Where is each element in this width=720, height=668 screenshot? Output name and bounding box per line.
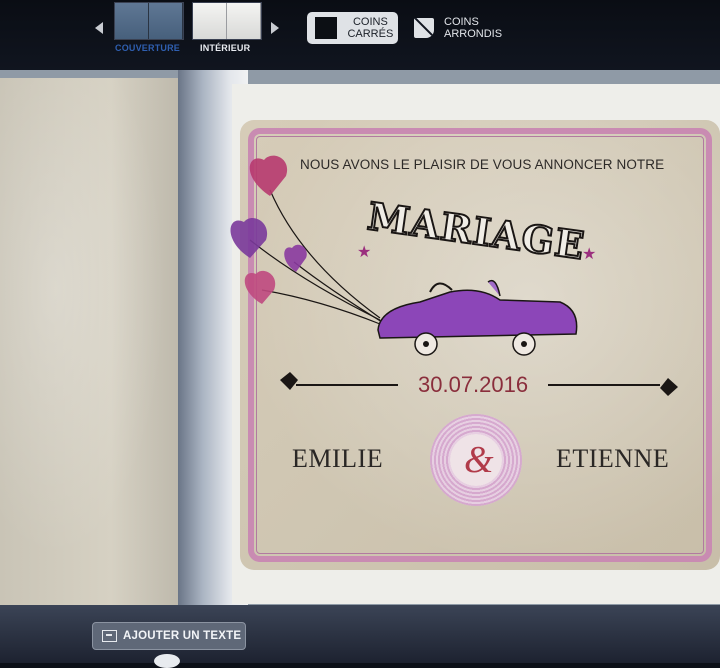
square-corners-button[interactable]: COINS CARRÉS bbox=[307, 12, 398, 44]
ampersand[interactable]: & bbox=[464, 438, 494, 482]
add-text-button[interactable]: AJOUTER UN TEXTE bbox=[92, 622, 246, 650]
square-corner-icon bbox=[315, 17, 337, 39]
rounded-corners-label: COINS ARRONDIS bbox=[444, 16, 503, 40]
top-toolbar: COUVERTURE INTÉRIEUR COINS CARRÉS COINS … bbox=[0, 0, 720, 70]
cover-thumb-page-right bbox=[149, 3, 183, 39]
square-corners-line1: COINS bbox=[352, 16, 388, 28]
rounded-corners-line1: COINS bbox=[444, 16, 479, 28]
cover-thumb-page-left bbox=[115, 3, 149, 39]
card-headline[interactable]: NOUS AVONS LE PLAISIR DE VOUS ANNONCER N… bbox=[300, 157, 664, 172]
cover-label[interactable]: COUVERTURE bbox=[115, 43, 180, 53]
interior-thumbnail[interactable] bbox=[192, 2, 262, 40]
square-corners-label: COINS CARRÉS bbox=[343, 16, 398, 40]
interior-thumb-page-right bbox=[227, 3, 261, 39]
left-page bbox=[0, 78, 185, 605]
wedding-date[interactable]: 30.07.2016 bbox=[418, 372, 528, 398]
interior-thumb-page-left bbox=[193, 3, 227, 39]
name-left[interactable]: EMILIE bbox=[292, 444, 383, 474]
date-line-right bbox=[548, 384, 660, 386]
name-right[interactable]: ETIENNE bbox=[556, 444, 669, 474]
rounded-corners-button[interactable]: COINS ARRONDIS bbox=[414, 12, 514, 44]
text-box-icon bbox=[102, 630, 117, 642]
date-line-left bbox=[296, 384, 398, 386]
rounded-corners-line2: ARRONDIS bbox=[444, 28, 503, 40]
square-corners-line2: CARRÉS bbox=[347, 28, 394, 40]
cover-thumbnail[interactable] bbox=[114, 2, 184, 40]
chevron-right-icon[interactable] bbox=[271, 22, 279, 34]
scroll-handle[interactable] bbox=[154, 654, 180, 668]
interior-label[interactable]: INTÉRIEUR bbox=[200, 43, 250, 53]
star-icon: ★ bbox=[357, 244, 372, 261]
star-icon: ★ bbox=[582, 246, 597, 263]
rounded-corner-icon bbox=[414, 18, 434, 38]
add-text-label: AJOUTER UN TEXTE bbox=[123, 630, 242, 642]
chevron-left-icon[interactable] bbox=[95, 22, 103, 34]
